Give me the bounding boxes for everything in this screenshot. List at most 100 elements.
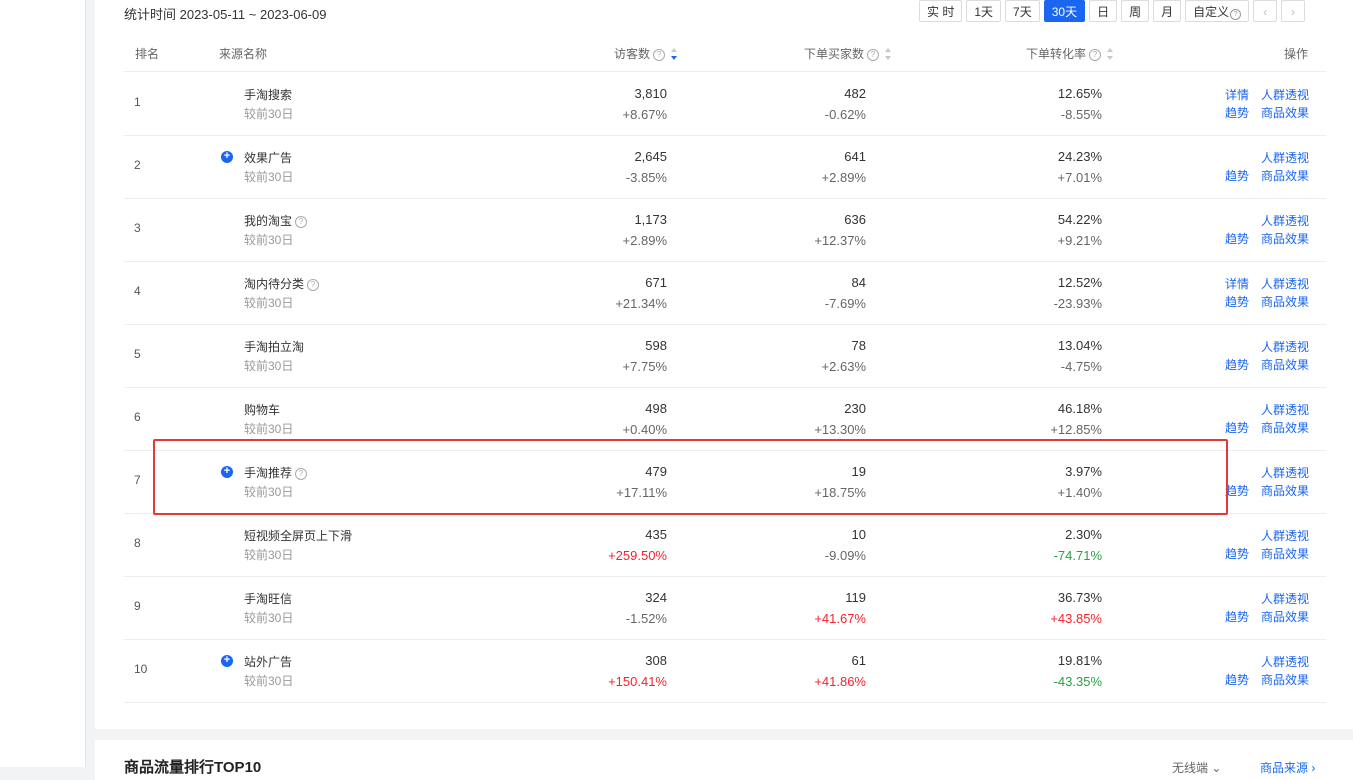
product-effect-link[interactable]: 商品效果	[1261, 356, 1309, 373]
period-button[interactable]: 自定义?	[1185, 0, 1250, 22]
period-button[interactable]: 7天	[1005, 0, 1040, 22]
product-source-link[interactable]: 商品来源 ›	[1260, 759, 1315, 776]
visitors-change: +21.34%	[615, 296, 667, 311]
buyers-change: +12.37%	[814, 233, 866, 248]
audience-link[interactable]: 人群透视	[1261, 527, 1309, 544]
header-conversion-label: 下单转化率	[1026, 47, 1087, 61]
help-icon[interactable]: ?	[653, 49, 666, 61]
product-effect-link[interactable]: 商品效果	[1261, 482, 1309, 499]
buyers-change: -7.69%	[824, 296, 866, 311]
conversion-change: -23.93%	[1053, 296, 1102, 311]
buyers-change: +18.75%	[814, 485, 866, 500]
header-conversion[interactable]: 下单转化率?	[1026, 45, 1114, 62]
header-buyers[interactable]: 下单买家数?	[804, 45, 892, 62]
trend-link[interactable]: 趋势	[1225, 545, 1249, 562]
rank-cell: 7	[134, 473, 141, 487]
source-name[interactable]: 效果广告	[244, 149, 292, 166]
detail-link[interactable]: 详情	[1225, 86, 1249, 103]
audience-link[interactable]: 人群透视	[1261, 275, 1309, 292]
audience-link[interactable]: 人群透视	[1261, 590, 1309, 607]
product-effect-link[interactable]: 商品效果	[1261, 293, 1309, 310]
source-name[interactable]: 淘内待分类?	[244, 275, 320, 292]
trend-link[interactable]: 趋势	[1225, 167, 1249, 184]
header-visitors[interactable]: 访客数?	[614, 45, 678, 62]
header-source: 来源名称	[219, 47, 268, 61]
audience-link[interactable]: 人群透视	[1261, 149, 1309, 166]
source-name[interactable]: 手淘旺信	[244, 590, 292, 607]
compare-label: 较前30日	[244, 170, 294, 184]
source-name-label: 我的淘宝	[244, 214, 293, 228]
buyers-value: 230	[844, 401, 866, 416]
period-label: 1天	[974, 5, 994, 19]
source-name[interactable]: 手淘推荐?	[244, 464, 308, 481]
period-button[interactable]: 周	[1121, 0, 1150, 22]
source-name[interactable]: 短视频全屏页上下滑	[244, 527, 352, 544]
product-effect-link[interactable]: 商品效果	[1261, 230, 1309, 247]
audience-link[interactable]: 人群透视	[1261, 653, 1309, 670]
compare-label: 较前30日	[244, 674, 294, 688]
source-name[interactable]: 手淘搜索	[244, 86, 292, 103]
table-row: 2 + 效果广告 较前30日 2,645 -3.85% 641 +2.89% 24.23% +7.…	[124, 135, 1326, 199]
chevron-right-icon[interactable]: ›	[1281, 0, 1306, 22]
audience-link[interactable]: 人群透视	[1261, 401, 1309, 418]
audience-link[interactable]: 人群透视	[1261, 212, 1309, 229]
help-icon[interactable]: ?	[295, 468, 308, 480]
audience-link[interactable]: 人群透视	[1261, 86, 1309, 103]
product-effect-link[interactable]: 商品效果	[1261, 167, 1309, 184]
source-name[interactable]: 我的淘宝?	[244, 212, 308, 229]
product-effect-link[interactable]: 商品效果	[1261, 545, 1309, 562]
period-button[interactable]: 月	[1153, 0, 1182, 22]
trend-link[interactable]: 趋势	[1225, 356, 1249, 373]
chevron-left-icon[interactable]: ‹	[1253, 0, 1278, 22]
trend-link[interactable]: 趋势	[1225, 230, 1249, 247]
conversion-value: 24.23%	[1057, 149, 1102, 164]
conversion-value: 12.52%	[1057, 275, 1102, 290]
period-selector: 实 时 1天 7天 30天日周月自定义? ‹ ›	[919, 0, 1306, 22]
trend-link[interactable]: 趋势	[1225, 104, 1249, 121]
product-effect-link[interactable]: 商品效果	[1261, 104, 1309, 121]
expand-plus-icon[interactable]: +	[221, 466, 233, 478]
conversion-value: 2.30%	[1065, 527, 1102, 542]
product-effect-link[interactable]: 商品效果	[1261, 608, 1309, 625]
conversion-value: 13.04%	[1057, 338, 1102, 353]
rank-cell: 8	[134, 536, 141, 550]
trend-link[interactable]: 趋势	[1225, 293, 1249, 310]
source-name[interactable]: 手淘拍立淘	[244, 338, 304, 355]
trend-link[interactable]: 趋势	[1225, 419, 1249, 436]
period-button[interactable]: 日	[1089, 0, 1118, 22]
trend-link[interactable]: 趋势	[1225, 671, 1249, 688]
source-name-label: 短视频全屏页上下滑	[244, 529, 353, 543]
table-row: 1 手淘搜索 较前30日 3,810 +8.67% 482 -0.62% 12.65% -8.5…	[124, 72, 1326, 136]
buyers-value: 10	[851, 527, 866, 542]
rank-cell: 2	[134, 158, 141, 172]
sort-icon[interactable]	[671, 48, 678, 60]
source-name[interactable]: 购物车	[244, 401, 280, 418]
expand-plus-icon[interactable]: +	[221, 655, 233, 667]
trend-link[interactable]: 趋势	[1225, 608, 1249, 625]
chevron-down-icon: ⌄	[1211, 761, 1222, 775]
product-effect-link[interactable]: 商品效果	[1261, 671, 1309, 688]
sort-icon[interactable]	[885, 48, 892, 60]
help-icon[interactable]: ?	[1089, 49, 1102, 61]
compare-label: 较前30日	[244, 485, 294, 499]
source-name[interactable]: 站外广告	[244, 653, 292, 670]
table-row: 5 手淘拍立淘 较前30日 598 +7.75% 78 +2.63% 13.04% -4.75%…	[124, 324, 1326, 388]
product-effect-link[interactable]: 商品效果	[1261, 419, 1309, 436]
detail-link[interactable]: 详情	[1225, 275, 1249, 292]
expand-plus-icon[interactable]: +	[221, 151, 233, 163]
conversion-change: -43.35%	[1053, 674, 1102, 689]
period-button[interactable]: 30天	[1043, 0, 1086, 22]
help-icon[interactable]: ?	[295, 216, 308, 228]
buyers-value: 119	[845, 590, 866, 605]
help-icon[interactable]: ?	[867, 49, 880, 61]
period-button[interactable]: 1天	[966, 0, 1002, 22]
help-icon[interactable]: ?	[307, 279, 320, 291]
compare-label: 较前30日	[244, 233, 294, 247]
audience-link[interactable]: 人群透视	[1261, 338, 1309, 355]
sort-icon[interactable]	[1107, 48, 1114, 60]
device-selector[interactable]: 无线端 ⌄	[1172, 759, 1221, 776]
visitors-change: +150.41%	[608, 674, 667, 689]
period-button[interactable]: 实 时	[919, 0, 963, 22]
audience-link[interactable]: 人群透视	[1261, 464, 1309, 481]
trend-link[interactable]: 趋势	[1225, 482, 1249, 499]
